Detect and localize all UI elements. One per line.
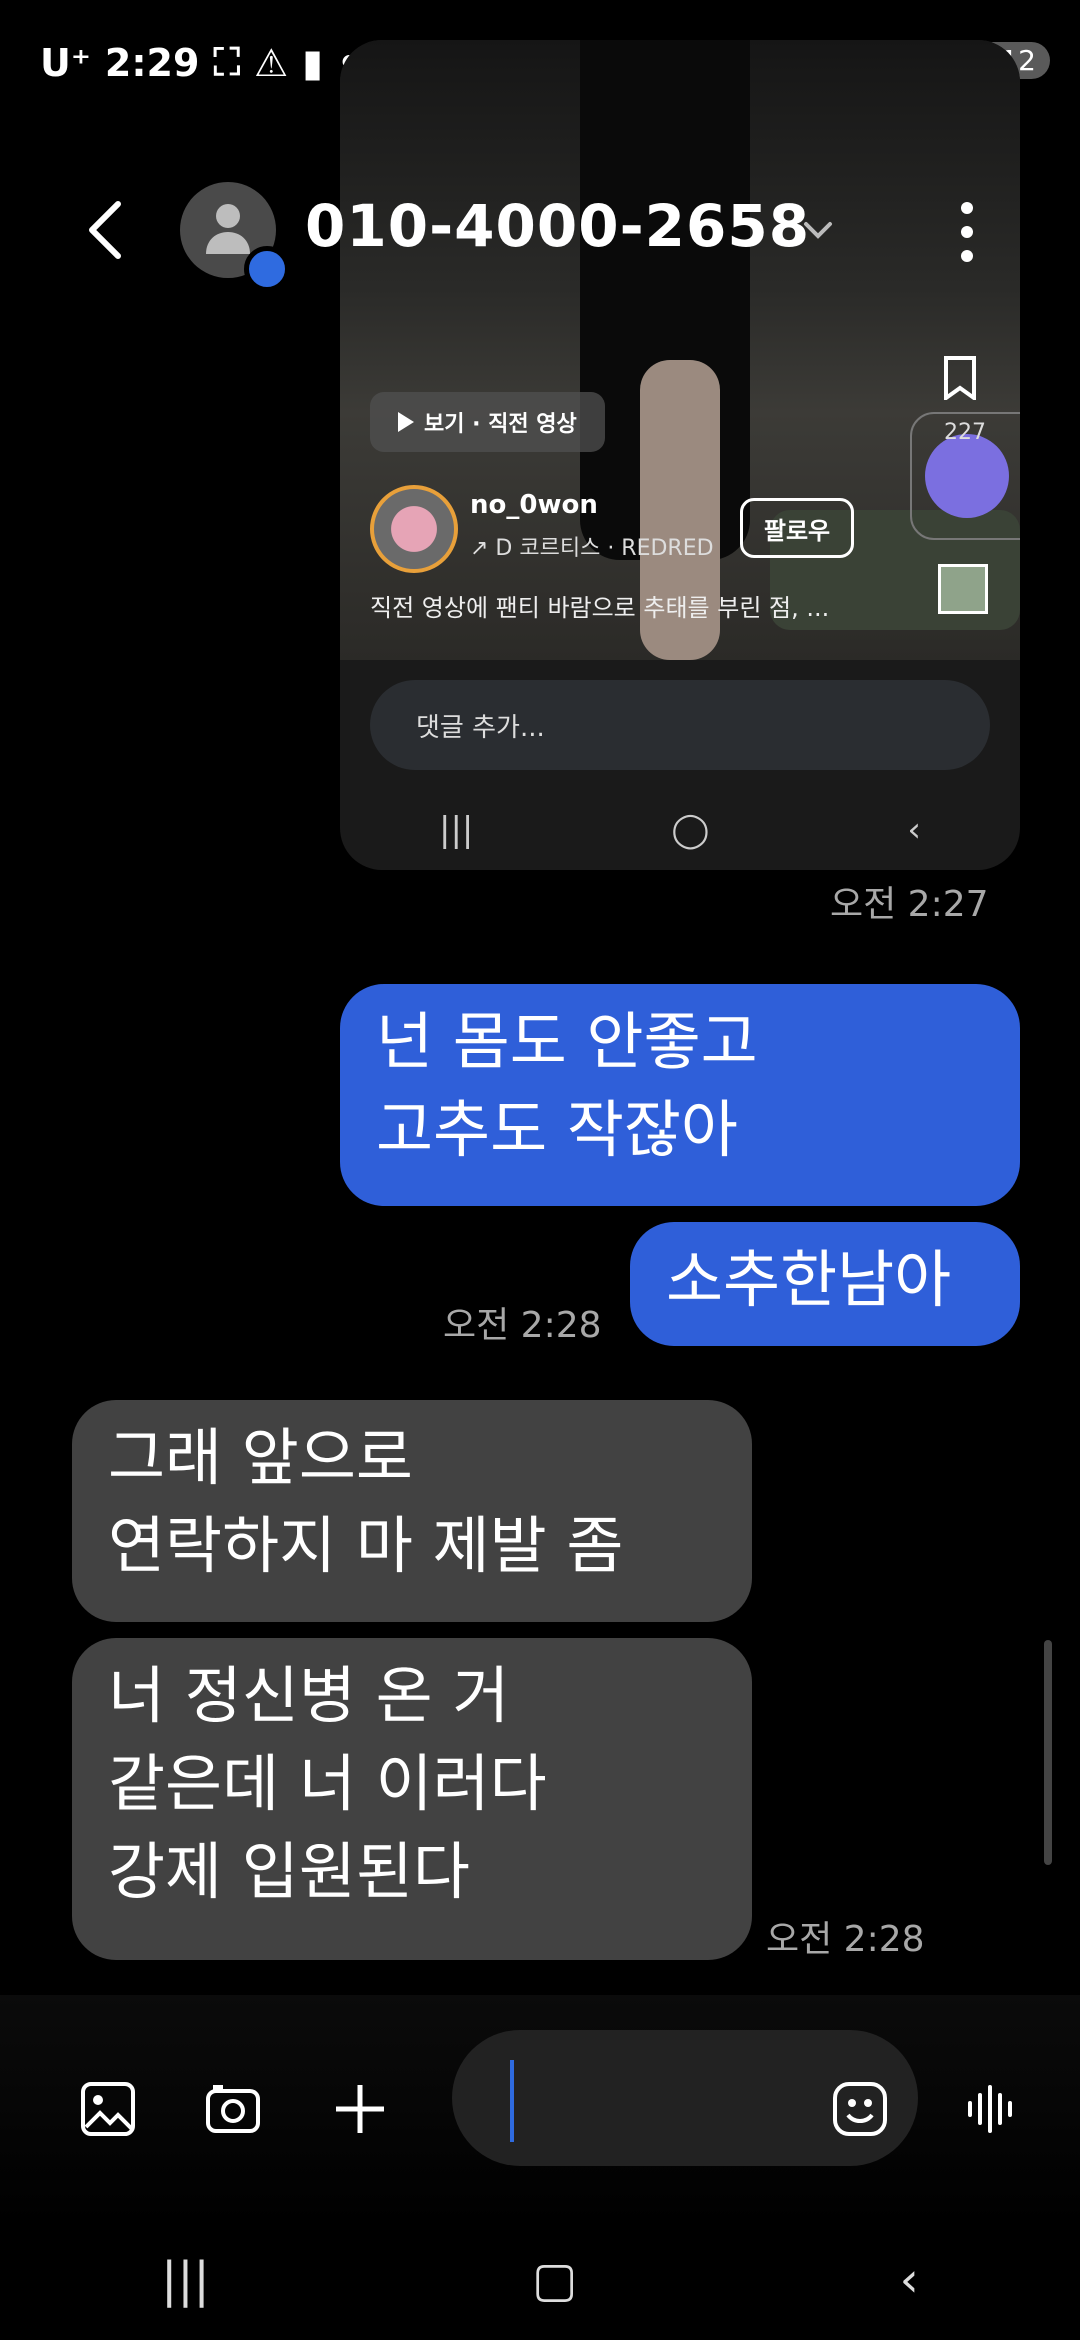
profile-username: no_0won — [470, 490, 598, 520]
watch-previous-label: 보기 · 직전 영상 — [424, 412, 577, 437]
message-bubble-outgoing[interactable]: 소추한남아 — [630, 1222, 1020, 1346]
sound-thumbnail — [938, 564, 988, 614]
video-caption: 직전 영상에 팬티 바람으로 추태를 부린 점, ... — [370, 594, 830, 622]
gallery-icon[interactable] — [80, 2081, 136, 2137]
emoji-sticker-icon[interactable] — [832, 2081, 888, 2137]
message-line: 너 정신병 온 거 — [108, 1659, 510, 1732]
timestamp: 오전 2:28 — [443, 1305, 602, 1346]
message-bubble-incoming[interactable]: 너 정신병 온 거 같은데 너 이러다 강제 입원된다 — [72, 1638, 752, 1960]
message-bubble-outgoing[interactable]: 넌 몸도 안좋고 고추도 작잖아 — [340, 984, 1020, 1206]
contact-title[interactable]: 010-4000-2658 — [305, 192, 810, 260]
comment-field: 댓글 추가... — [370, 680, 990, 770]
follow-button: 팔로우 — [740, 498, 854, 558]
shared-screenshot-image[interactable]: 보기 · 직전 영상 no_0won ↗ D 코르티스 · REDRED 팔로우… — [340, 40, 1020, 870]
plus-icon[interactable] — [332, 2081, 388, 2137]
message-line: 소추한남아 — [666, 1243, 952, 1316]
like-count: 227 — [944, 420, 986, 445]
message-bubble-incoming[interactable]: 그래 앞으로 연락하지 마 제발 좀 — [72, 1400, 752, 1622]
battery-alert-icon: ▮ — [302, 40, 324, 85]
scrollbar[interactable] — [1044, 1640, 1052, 1865]
contact-avatar[interactable] — [180, 182, 290, 292]
system-nav-bar: ||| ▢ ‹ — [0, 2220, 1080, 2340]
message-line: 같은데 너 이러다 — [108, 1747, 547, 1820]
home-icon: ◯ — [671, 810, 710, 850]
chevron-down-icon[interactable] — [800, 212, 836, 248]
recents-button[interactable]: ||| — [161, 2252, 210, 2308]
back-button[interactable]: ‹ — [900, 2252, 919, 2308]
recents-icon: ||| — [438, 810, 474, 850]
clock: 2:29 — [104, 40, 200, 85]
back-icon: ‹ — [907, 810, 921, 850]
message-line: 그래 앞으로 — [108, 1421, 413, 1494]
bookmark-icon — [944, 356, 976, 400]
carrier-label: U⁺ — [40, 40, 91, 85]
profile-avatar — [370, 485, 458, 573]
message-line: 강제 입원된다 — [108, 1835, 470, 1908]
warning-icon: ⚠ — [254, 40, 289, 85]
back-arrow-icon[interactable] — [82, 198, 130, 262]
video-frame — [340, 40, 1020, 660]
screenshot-nav-bar: ||| ◯ ‹ — [340, 790, 1020, 870]
more-options-icon[interactable] — [960, 200, 974, 264]
chat-badge-icon — [244, 246, 290, 292]
message-line: 넌 몸도 안좋고 — [376, 1005, 758, 1078]
profile-subline: ↗ D 코르티스 · REDRED — [470, 536, 714, 561]
message-line: 연락하지 마 제발 좀 — [108, 1509, 624, 1582]
message-line: 고추도 작잖아 — [376, 1093, 738, 1166]
person-icon — [206, 204, 250, 254]
timestamp: 오전 2:28 — [766, 1919, 925, 1960]
screenshot-icon: ⛶ — [213, 40, 241, 84]
watch-previous-pill: 보기 · 직전 영상 — [370, 392, 605, 452]
camera-icon[interactable] — [205, 2081, 261, 2137]
status-bar-left: U⁺ 2:29 ⛶ ⚠ ▮ • — [40, 40, 361, 85]
text-cursor — [510, 2060, 514, 2142]
music-disc-icon — [925, 434, 1009, 518]
play-icon — [398, 412, 414, 432]
timestamp: 오전 2:27 — [830, 884, 989, 925]
voice-waveform-icon[interactable] — [964, 2081, 1020, 2137]
home-button[interactable]: ▢ — [532, 2252, 577, 2308]
